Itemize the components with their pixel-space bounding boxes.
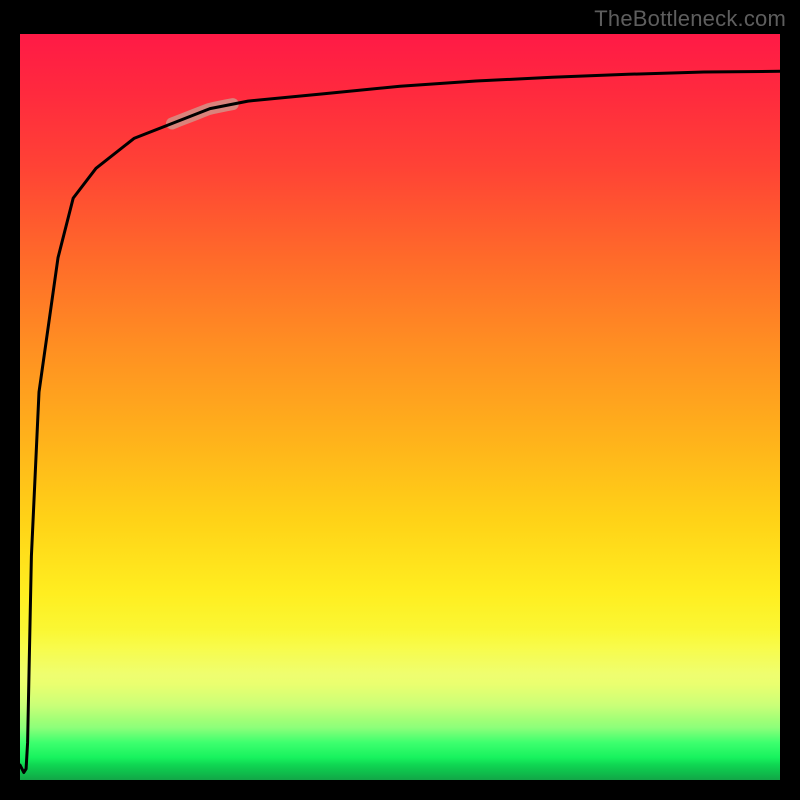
attribution-text: TheBottleneck.com bbox=[594, 6, 786, 32]
chart-gradient-background bbox=[20, 34, 780, 780]
chart-frame bbox=[20, 34, 780, 780]
